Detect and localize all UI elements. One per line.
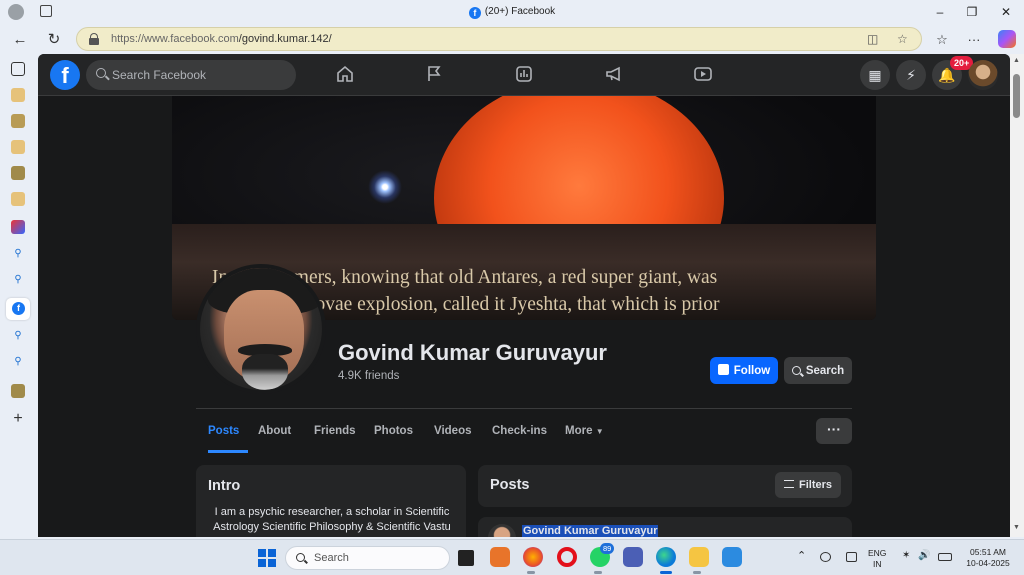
sidebar-search-icon[interactable]: ⚲ xyxy=(11,356,25,370)
minimize-button[interactable]: – xyxy=(930,4,950,20)
profile-name: Govind Kumar Guruvayur xyxy=(338,340,607,365)
back-button[interactable]: ← xyxy=(10,30,30,50)
profile-picture[interactable] xyxy=(196,264,326,394)
follow-icon xyxy=(717,364,729,375)
sidebar-app-icon[interactable] xyxy=(11,220,25,234)
search-icon xyxy=(791,365,801,375)
window-title: f (20+) Facebook xyxy=(0,6,1024,19)
app-icon[interactable] xyxy=(623,547,643,567)
tray-cloud-icon[interactable] xyxy=(820,552,831,562)
task-view-icon[interactable] xyxy=(458,550,474,566)
volume-icon[interactable]: 🔊 xyxy=(918,550,930,561)
filters-icon xyxy=(783,480,794,488)
ad-megaphone-icon[interactable] xyxy=(604,64,624,84)
lock-icon xyxy=(89,33,99,45)
account-avatar[interactable] xyxy=(968,60,998,90)
follow-button[interactable]: Follow xyxy=(710,357,778,384)
start-windows-icon[interactable] xyxy=(258,549,276,567)
address-bar[interactable]: https://www.facebook.com/govind.kumar.14… xyxy=(76,27,922,51)
tab-friends[interactable]: Friends xyxy=(314,409,356,453)
favorites-icon[interactable]: ☆ xyxy=(932,30,952,50)
taskbar-search[interactable]: Search xyxy=(285,546,450,570)
tab-about[interactable]: About xyxy=(258,409,291,453)
whatsapp-badge: 89 xyxy=(600,543,615,554)
facebook-logo-icon[interactable]: f xyxy=(50,60,80,90)
tab-more[interactable]: More ▼ xyxy=(565,409,604,453)
sidebar-collection-icon[interactable] xyxy=(11,88,25,102)
sidebar-facebook-icon[interactable]: f xyxy=(6,298,30,320)
tray-expand-icon[interactable]: ⌃ xyxy=(797,551,806,562)
browser-sidebar: ⚲ ⚲ f ⚲ ⚲ + xyxy=(0,54,38,539)
refresh-button[interactable]: ↻ xyxy=(44,30,64,50)
search-input[interactable] xyxy=(112,66,287,84)
more-options-button[interactable]: ··· xyxy=(816,418,852,444)
url-text: https://www.facebook.com/govind.kumar.14… xyxy=(111,33,332,45)
sidebar-image-icon[interactable] xyxy=(11,114,25,128)
language-indicator[interactable]: ENG IN xyxy=(868,548,886,570)
sidebar-image-icon[interactable] xyxy=(11,166,25,180)
post-author-name[interactable]: Govind Kumar Guruvayur xyxy=(522,525,659,537)
battery-icon[interactable] xyxy=(938,553,952,561)
facebook-page: f ▦ ⚡ 🔔 20+ In ... tronomers, knowing th… xyxy=(38,54,1010,537)
intro-title: Intro xyxy=(208,478,241,494)
intro-bio: I am a psychic researcher, a scholar in … xyxy=(213,506,451,533)
messenger-icon[interactable]: ⚡ xyxy=(896,60,926,90)
search-icon xyxy=(96,68,106,78)
sidebar-search-icon[interactable]: ⚲ xyxy=(11,330,25,344)
clock[interactable]: 05:51 AM 10-04-2025 xyxy=(960,547,1016,569)
facebook-search[interactable] xyxy=(86,60,296,90)
profile-search-button[interactable]: Search xyxy=(784,357,852,384)
tray-display-icon[interactable] xyxy=(846,552,857,562)
posts-title: Posts xyxy=(490,477,530,493)
title-bar: f (20+) Facebook – ❐ ✕ xyxy=(0,0,1024,26)
tab-photos[interactable]: Photos xyxy=(374,409,413,453)
fox-app-icon[interactable] xyxy=(490,547,510,567)
page-scrollbar[interactable]: ▲ ▼ xyxy=(1010,54,1024,537)
sidebar-search-icon[interactable]: ⚲ xyxy=(11,274,25,288)
sidebar-doc-icon[interactable] xyxy=(11,192,25,206)
caret-down-icon: ▼ xyxy=(595,427,604,436)
more-options-icon[interactable]: ··· xyxy=(964,30,984,50)
sidebar-doc-icon[interactable] xyxy=(11,140,25,154)
copilot-icon[interactable] xyxy=(998,30,1016,48)
menu-grid-icon[interactable]: ▦ xyxy=(860,60,890,90)
profile-tabs: Posts About Friends Photos Videos Check-… xyxy=(196,409,852,453)
blue-star-graphic xyxy=(368,170,402,204)
dashboard-icon[interactable] xyxy=(514,64,534,84)
sidebar-image-icon[interactable] xyxy=(11,384,25,398)
favorite-star-icon[interactable]: ☆ xyxy=(897,32,908,46)
taskbar: Search 89 ⌃ ENG IN ✶ 🔊 05:51 AM 10-04-20… xyxy=(0,539,1024,575)
facebook-top-bar: f ▦ ⚡ 🔔 20+ xyxy=(38,54,1010,96)
sidebar-search-icon[interactable]: ⚲ xyxy=(11,248,25,262)
facebook-favicon-icon: f xyxy=(468,7,481,19)
close-button[interactable]: ✕ xyxy=(996,4,1016,20)
firefox-icon[interactable] xyxy=(523,547,543,567)
scrollbar-thumb[interactable] xyxy=(1013,74,1020,118)
tab-videos[interactable]: Videos xyxy=(434,409,472,453)
sidebar-add-icon[interactable]: + xyxy=(11,411,25,427)
paint-app-icon[interactable] xyxy=(722,547,742,567)
search-icon xyxy=(296,553,305,562)
sidebar-tab-icon[interactable] xyxy=(11,62,25,76)
wifi-icon[interactable]: ✶ xyxy=(902,550,913,561)
tab-posts[interactable]: Posts xyxy=(208,409,248,453)
video-icon[interactable] xyxy=(693,64,713,84)
maximize-button[interactable]: ❐ xyxy=(962,4,982,20)
opera-icon[interactable] xyxy=(557,547,577,567)
home-icon[interactable] xyxy=(335,64,355,84)
pages-flag-icon[interactable] xyxy=(424,64,444,84)
edge-icon[interactable] xyxy=(656,547,676,567)
filters-button[interactable]: Filters xyxy=(775,472,841,498)
tab-title: (20+) Facebook xyxy=(484,6,556,17)
file-explorer-icon[interactable] xyxy=(689,547,709,567)
split-screen-icon[interactable]: ◫ xyxy=(867,32,878,46)
address-row: ← ↻ https://www.facebook.com/govind.kuma… xyxy=(0,26,1024,54)
friends-count[interactable]: 4.9K friends xyxy=(338,370,399,382)
tab-check-ins[interactable]: Check-ins xyxy=(492,409,547,453)
